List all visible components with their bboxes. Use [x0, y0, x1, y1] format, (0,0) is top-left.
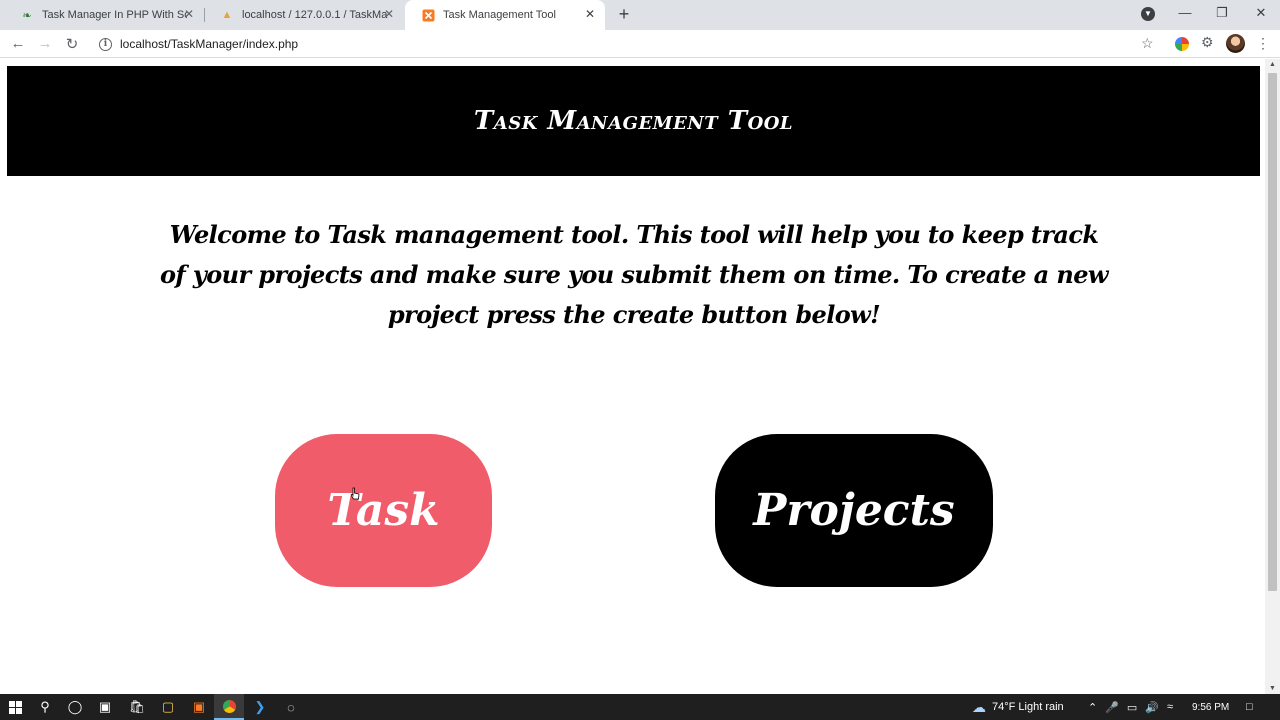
system-tray: ⌃ 🎤 ▭ 🔊 ≈: [1088, 694, 1173, 720]
back-arrow-icon[interactable]: ←: [9, 35, 27, 52]
tab-task-manager-source[interactable]: ❧ Task Manager In PHP With Source ✕: [4, 0, 204, 30]
extension-icon[interactable]: [1175, 37, 1189, 51]
tab-title: localhost / 127.0.0.1 / TaskManag: [242, 9, 388, 21]
weather-widget[interactable]: ☁ 74°F Light rain: [972, 694, 1064, 720]
page-scrollbar[interactable]: ▲ ▼: [1265, 59, 1280, 694]
projects-button-label: Projects: [753, 485, 955, 536]
address-bar[interactable]: i localhost/TaskManager/index.php: [92, 33, 1166, 55]
forward-arrow-icon[interactable]: →: [36, 35, 54, 52]
phpmyadmin-icon: ▲: [221, 9, 233, 21]
file-explorer-icon[interactable]: ▢: [153, 694, 183, 720]
battery-icon[interactable]: ▭: [1127, 701, 1137, 714]
scroll-down-arrow-icon[interactable]: ▼: [1269, 685, 1276, 692]
hand-cursor-icon: [350, 487, 360, 500]
search-icon[interactable]: ⚲: [30, 694, 60, 720]
leaf-icon: ❧: [22, 9, 32, 22]
bookmark-star-icon[interactable]: ☆: [1141, 35, 1154, 52]
chrome-taskbar-icon[interactable]: [214, 694, 244, 720]
welcome-message: Welcome to Task management tool. This to…: [160, 220, 1109, 329]
task-view-icon[interactable]: ▣: [90, 694, 120, 720]
reload-icon[interactable]: ↻: [63, 35, 81, 53]
browser-tab-strip: ❧ Task Manager In PHP With Source ✕ ▲ lo…: [0, 0, 1280, 30]
cortana-icon[interactable]: ◯: [60, 694, 90, 720]
new-tab-button[interactable]: +: [613, 4, 635, 26]
clock-time: 9:56 PM: [1192, 701, 1230, 713]
close-tab-icon[interactable]: ✕: [182, 7, 196, 21]
cloud-rain-icon: ☁: [972, 698, 986, 715]
windows-taskbar: ⚲ ◯ ▣ 🛍 ▢ ▣ ❯ ◌ ☁ 74°F Light rain ⌃ 🎤 ▭ …: [0, 694, 1280, 720]
xampp-icon: [421, 8, 435, 22]
browser-menu-icon[interactable]: ⋮: [1256, 35, 1270, 52]
profile-avatar[interactable]: [1226, 34, 1245, 53]
scroll-up-arrow-icon[interactable]: ▲: [1269, 61, 1276, 68]
task-button[interactable]: Task: [275, 434, 492, 587]
tab-title: Task Manager In PHP With Source: [42, 9, 187, 21]
tab-search-icon[interactable]: ▼: [1141, 7, 1155, 21]
info-icon[interactable]: i: [99, 37, 112, 51]
windows-logo-icon: [8, 700, 22, 714]
tab-phpmyadmin[interactable]: ▲ localhost / 127.0.0.1 / TaskManag ✕: [204, 0, 404, 30]
app-taskbar-icon[interactable]: ◌: [276, 694, 306, 720]
url-text[interactable]: localhost/TaskManager/index.php: [120, 37, 298, 51]
microphone-icon[interactable]: 🎤: [1105, 701, 1119, 714]
page-title: Task Management Tool: [473, 106, 794, 136]
projects-button[interactable]: Projects: [715, 434, 993, 587]
chrome-icon: [222, 699, 236, 713]
wifi-icon[interactable]: ≈: [1167, 701, 1173, 713]
browser-toolbar: ← → ↻ i localhost/TaskManager/index.php …: [0, 30, 1280, 58]
close-tab-icon[interactable]: ✕: [583, 7, 597, 21]
vscode-icon[interactable]: ❯: [245, 694, 275, 720]
xampp-taskbar-icon[interactable]: ▣: [184, 694, 214, 720]
close-window-icon[interactable]: ✕: [1251, 5, 1271, 21]
notifications-icon[interactable]: □: [1246, 694, 1253, 720]
task-button-label: Task: [327, 485, 440, 536]
close-tab-icon[interactable]: ✕: [382, 7, 396, 21]
store-icon[interactable]: 🛍: [122, 694, 152, 720]
chevron-up-icon[interactable]: ⌃: [1088, 701, 1097, 714]
scrollbar-thumb[interactable]: [1268, 73, 1277, 591]
clock[interactable]: 9:56 PM: [1192, 694, 1229, 720]
volume-icon[interactable]: 🔊: [1145, 701, 1159, 714]
site-header: Task Management Tool: [7, 66, 1260, 176]
start-button[interactable]: [0, 694, 30, 720]
tab-title: Task Management Tool: [443, 9, 556, 21]
tab-task-management-tool[interactable]: Task Management Tool ✕: [405, 0, 605, 30]
weather-text: 74°F Light rain: [992, 701, 1064, 713]
page-viewport: Task Management Tool Welcome to Task man…: [0, 59, 1280, 694]
extensions-puzzle-icon[interactable]: ⚙: [1201, 34, 1214, 51]
restore-icon[interactable]: ❐: [1212, 5, 1232, 21]
minimize-icon[interactable]: —: [1175, 5, 1195, 20]
